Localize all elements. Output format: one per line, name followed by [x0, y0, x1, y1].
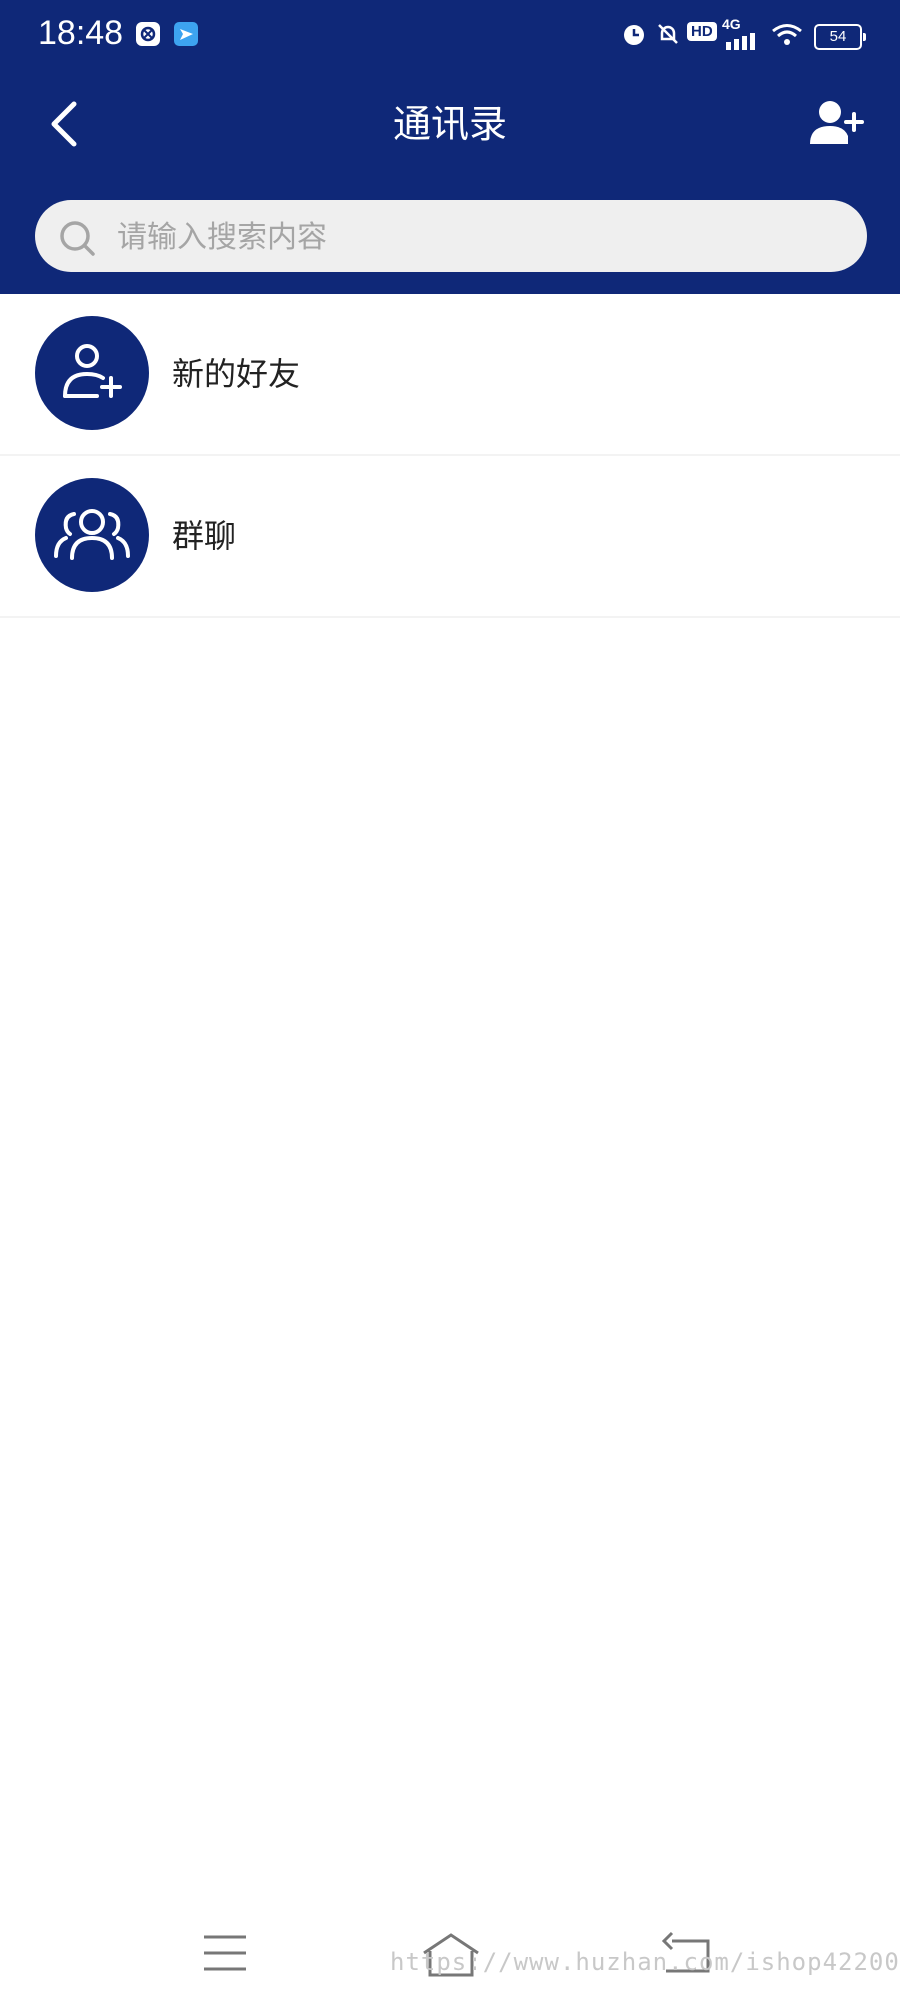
- menu-button[interactable]: [190, 1925, 260, 1985]
- battery-indicator: 54: [814, 24, 866, 50]
- hd-badge: HD: [687, 22, 717, 41]
- page-title: 通讯录: [392, 102, 507, 146]
- watermark-text: https://www.huzhan.com/ishop42200: [390, 1948, 900, 1976]
- menu-icon: [204, 1935, 246, 1971]
- status-bar: 18:48 HD 4G 54: [0, 0, 900, 70]
- avatar: [35, 316, 149, 430]
- alarm-icon: [624, 25, 644, 45]
- app-notification-icon: [136, 22, 160, 46]
- add-contact-button[interactable]: [808, 96, 868, 152]
- list-item-new-friends[interactable]: 新的好友: [0, 294, 900, 456]
- status-time: 18:48: [38, 14, 124, 52]
- mute-icon: [658, 24, 678, 44]
- list-item-label: 新的好友: [172, 355, 301, 393]
- app-header: 18:48 HD 4G 54 通讯录 请输入搜索内容: [0, 0, 900, 294]
- list-item-group-chat[interactable]: 群聊: [0, 456, 900, 618]
- group-icon: [54, 509, 130, 560]
- avatar: [35, 478, 149, 592]
- network-type: 4G: [722, 16, 741, 32]
- signal-icon: [726, 33, 755, 50]
- contact-list: 新的好友 群聊: [0, 294, 900, 618]
- add-contact-icon: [810, 101, 864, 144]
- search-icon: [60, 221, 95, 256]
- wifi-icon: [772, 24, 802, 45]
- search-box[interactable]: [35, 200, 867, 274]
- list-item-label: 群聊: [172, 517, 237, 555]
- person-add-icon: [63, 344, 122, 398]
- search-input[interactable]: [115, 200, 839, 274]
- app-send-icon: [174, 22, 198, 46]
